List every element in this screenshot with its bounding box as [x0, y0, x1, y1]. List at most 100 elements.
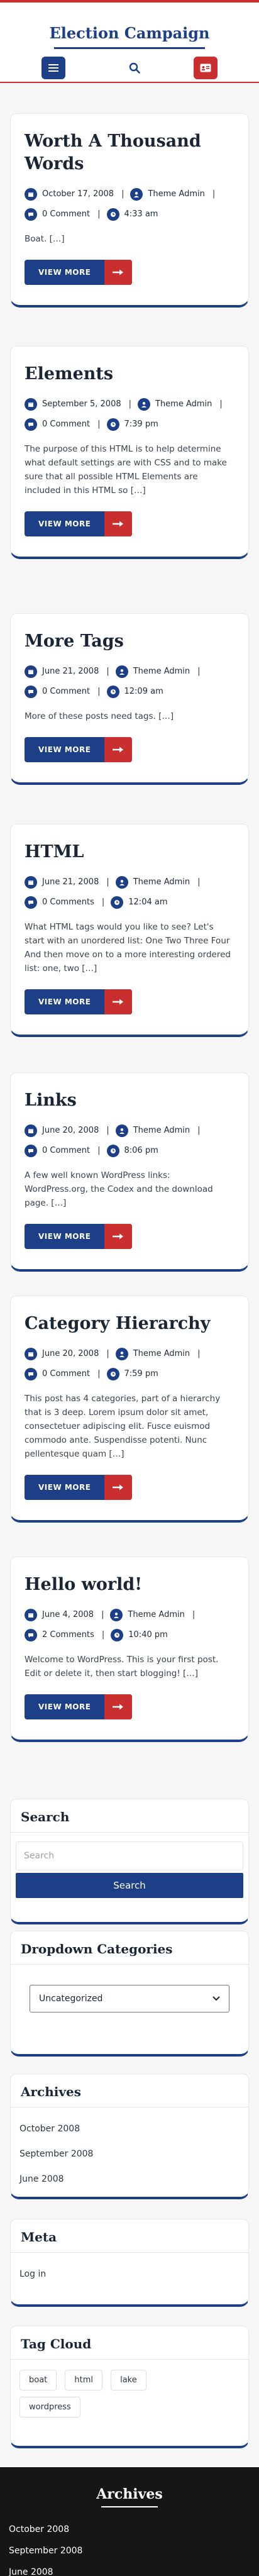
post-comments-text[interactable]: 0 Comment [42, 1141, 90, 1161]
post-date-text[interactable]: October 17, 2008 [42, 184, 114, 204]
search-input[interactable]: Search [16, 1841, 243, 1870]
login-link[interactable]: Log in [11, 2262, 248, 2287]
post-author[interactable]: Theme Admin | [110, 1605, 195, 1625]
view-more-button[interactable]: VIEW MORE [25, 260, 133, 285]
post-author[interactable]: Theme Admin | [115, 1344, 201, 1364]
post-author-text[interactable]: Theme Admin [133, 662, 190, 682]
arrow-right-icon[interactable] [104, 1224, 133, 1249]
menu-button[interactable] [41, 57, 65, 79]
post-comments[interactable]: 0 Comments | [25, 892, 104, 913]
tag-link[interactable]: wordpress [19, 2397, 80, 2418]
post-date[interactable]: June 4, 2008 | [25, 1605, 104, 1625]
meta-separator: | [106, 1349, 109, 1358]
post-title[interactable]: HTML [25, 841, 234, 863]
user-icon [115, 665, 128, 678]
view-more-label[interactable]: VIEW MORE [25, 260, 104, 285]
post-date[interactable]: June 20, 2008 | [25, 1121, 109, 1141]
footer-archive-link[interactable]: September 2008 [0, 2540, 259, 2562]
archive-link[interactable]: June 2008 [11, 2167, 248, 2192]
site-title[interactable]: Election Campaign [0, 24, 259, 49]
post-author-text[interactable]: Theme Admin [148, 184, 204, 204]
clock-icon [106, 418, 119, 431]
archives-widget: Archives October 2008 September 2008 Jun… [10, 2074, 249, 2199]
post-date[interactable]: June 21, 2008 | [25, 662, 109, 682]
footer-archive-link[interactable]: June 2008 [0, 2562, 259, 2576]
categories-select-value[interactable]: Uncategorized [39, 1994, 102, 2004]
post-author-text[interactable]: Theme Admin [133, 1344, 190, 1364]
post-author-text[interactable]: Theme Admin [155, 394, 212, 414]
view-more-label[interactable]: VIEW MORE [25, 1694, 104, 1719]
view-more-button[interactable]: VIEW MORE [25, 1475, 133, 1500]
post-date-text[interactable]: June 21, 2008 [42, 662, 99, 682]
post-comments-text[interactable]: 0 Comment [42, 204, 90, 225]
view-more-button[interactable]: VIEW MORE [25, 1694, 133, 1719]
post-date[interactable]: June 20, 2008 | [25, 1344, 109, 1364]
view-more-label[interactable]: VIEW MORE [25, 511, 104, 536]
post-author[interactable]: Theme Admin | [115, 662, 201, 682]
post-comments[interactable]: 0 Comment | [25, 1141, 101, 1161]
post-date-text[interactable]: June 4, 2008 [42, 1605, 94, 1625]
post-date-text[interactable]: June 20, 2008 [42, 1344, 99, 1364]
view-more-label[interactable]: VIEW MORE [25, 737, 104, 762]
post-author[interactable]: Theme Admin | [138, 394, 223, 414]
categories-select[interactable]: Uncategorized [30, 1985, 229, 2012]
post-date-text[interactable]: June 21, 2008 [42, 872, 99, 892]
arrow-right-icon[interactable] [104, 737, 133, 762]
post-date-text[interactable]: June 20, 2008 [42, 1121, 99, 1141]
view-more-button[interactable]: VIEW MORE [25, 511, 133, 536]
search-button[interactable]: Search [16, 1873, 243, 1898]
post-title[interactable]: More Tags [25, 630, 234, 653]
post-comments-text[interactable]: 0 Comment [42, 682, 90, 702]
post-excerpt: More of these posts need tags. […] [25, 711, 174, 721]
tag-link[interactable]: lake [111, 2370, 146, 2390]
post-author-text[interactable]: Theme Admin [133, 872, 190, 892]
search-toggle-button[interactable] [123, 57, 146, 79]
post-author-text[interactable]: Theme Admin [133, 1121, 190, 1141]
post-date-text[interactable]: September 5, 2008 [42, 394, 121, 414]
post-title[interactable]: Worth A Thousand Words [25, 130, 234, 175]
post-title[interactable]: Elements [25, 363, 234, 386]
post-comments[interactable]: 0 Comment | [25, 204, 101, 225]
view-more-button[interactable]: VIEW MORE [25, 1224, 133, 1249]
post-title[interactable]: Links [25, 1089, 234, 1112]
arrow-right-icon[interactable] [104, 260, 133, 285]
post-comments[interactable]: 0 Comment | [25, 1364, 101, 1384]
post-author[interactable]: Theme Admin | [115, 872, 201, 892]
tag-link[interactable]: html [65, 2370, 102, 2390]
arrow-right-icon[interactable] [104, 1475, 133, 1500]
post-comments-text[interactable]: 2 Comments [42, 1625, 94, 1645]
post-date[interactable]: September 5, 2008 | [25, 394, 131, 414]
arrow-right-icon[interactable] [104, 511, 133, 536]
contact-card-button[interactable] [194, 57, 218, 79]
view-more-button[interactable]: VIEW MORE [25, 989, 133, 1014]
meta-separator: | [101, 897, 105, 907]
clock-icon [106, 208, 119, 221]
post-comments[interactable]: 0 Comment | [25, 414, 101, 435]
post-comments[interactable]: 2 Comments | [25, 1625, 104, 1645]
post-comments-text[interactable]: 0 Comment [42, 414, 90, 435]
search-input-placeholder[interactable]: Search [24, 1851, 54, 1861]
arrow-right-icon[interactable] [104, 989, 133, 1014]
site-title-text[interactable]: Election Campaign [49, 24, 209, 42]
view-more-label[interactable]: VIEW MORE [25, 1224, 104, 1249]
post-author[interactable]: Theme Admin | [115, 1121, 201, 1141]
meta-widget: Meta Log in [10, 2219, 249, 2307]
archive-link[interactable]: October 2008 [11, 2116, 248, 2141]
arrow-right-icon[interactable] [104, 1694, 133, 1719]
user-icon [115, 876, 128, 889]
view-more-label[interactable]: VIEW MORE [25, 989, 104, 1014]
view-more-button[interactable]: VIEW MORE [25, 737, 133, 762]
post-author[interactable]: Theme Admin | [130, 184, 215, 204]
post-author-text[interactable]: Theme Admin [128, 1605, 184, 1625]
post-comments-text[interactable]: 0 Comments [42, 892, 94, 913]
post-date[interactable]: October 17, 2008 | [25, 184, 124, 204]
post-comments-text[interactable]: 0 Comment [42, 1364, 90, 1384]
view-more-label[interactable]: VIEW MORE [25, 1475, 104, 1500]
footer-archive-link[interactable]: October 2008 [0, 2519, 259, 2540]
post-title[interactable]: Hello world! [25, 1574, 234, 1596]
post-date[interactable]: June 21, 2008 | [25, 872, 109, 892]
tag-link[interactable]: boat [19, 2370, 57, 2390]
archive-link[interactable]: September 2008 [11, 2141, 248, 2167]
post-title[interactable]: Category Hierarchy [25, 1313, 234, 1335]
post-comments[interactable]: 0 Comment | [25, 682, 101, 702]
